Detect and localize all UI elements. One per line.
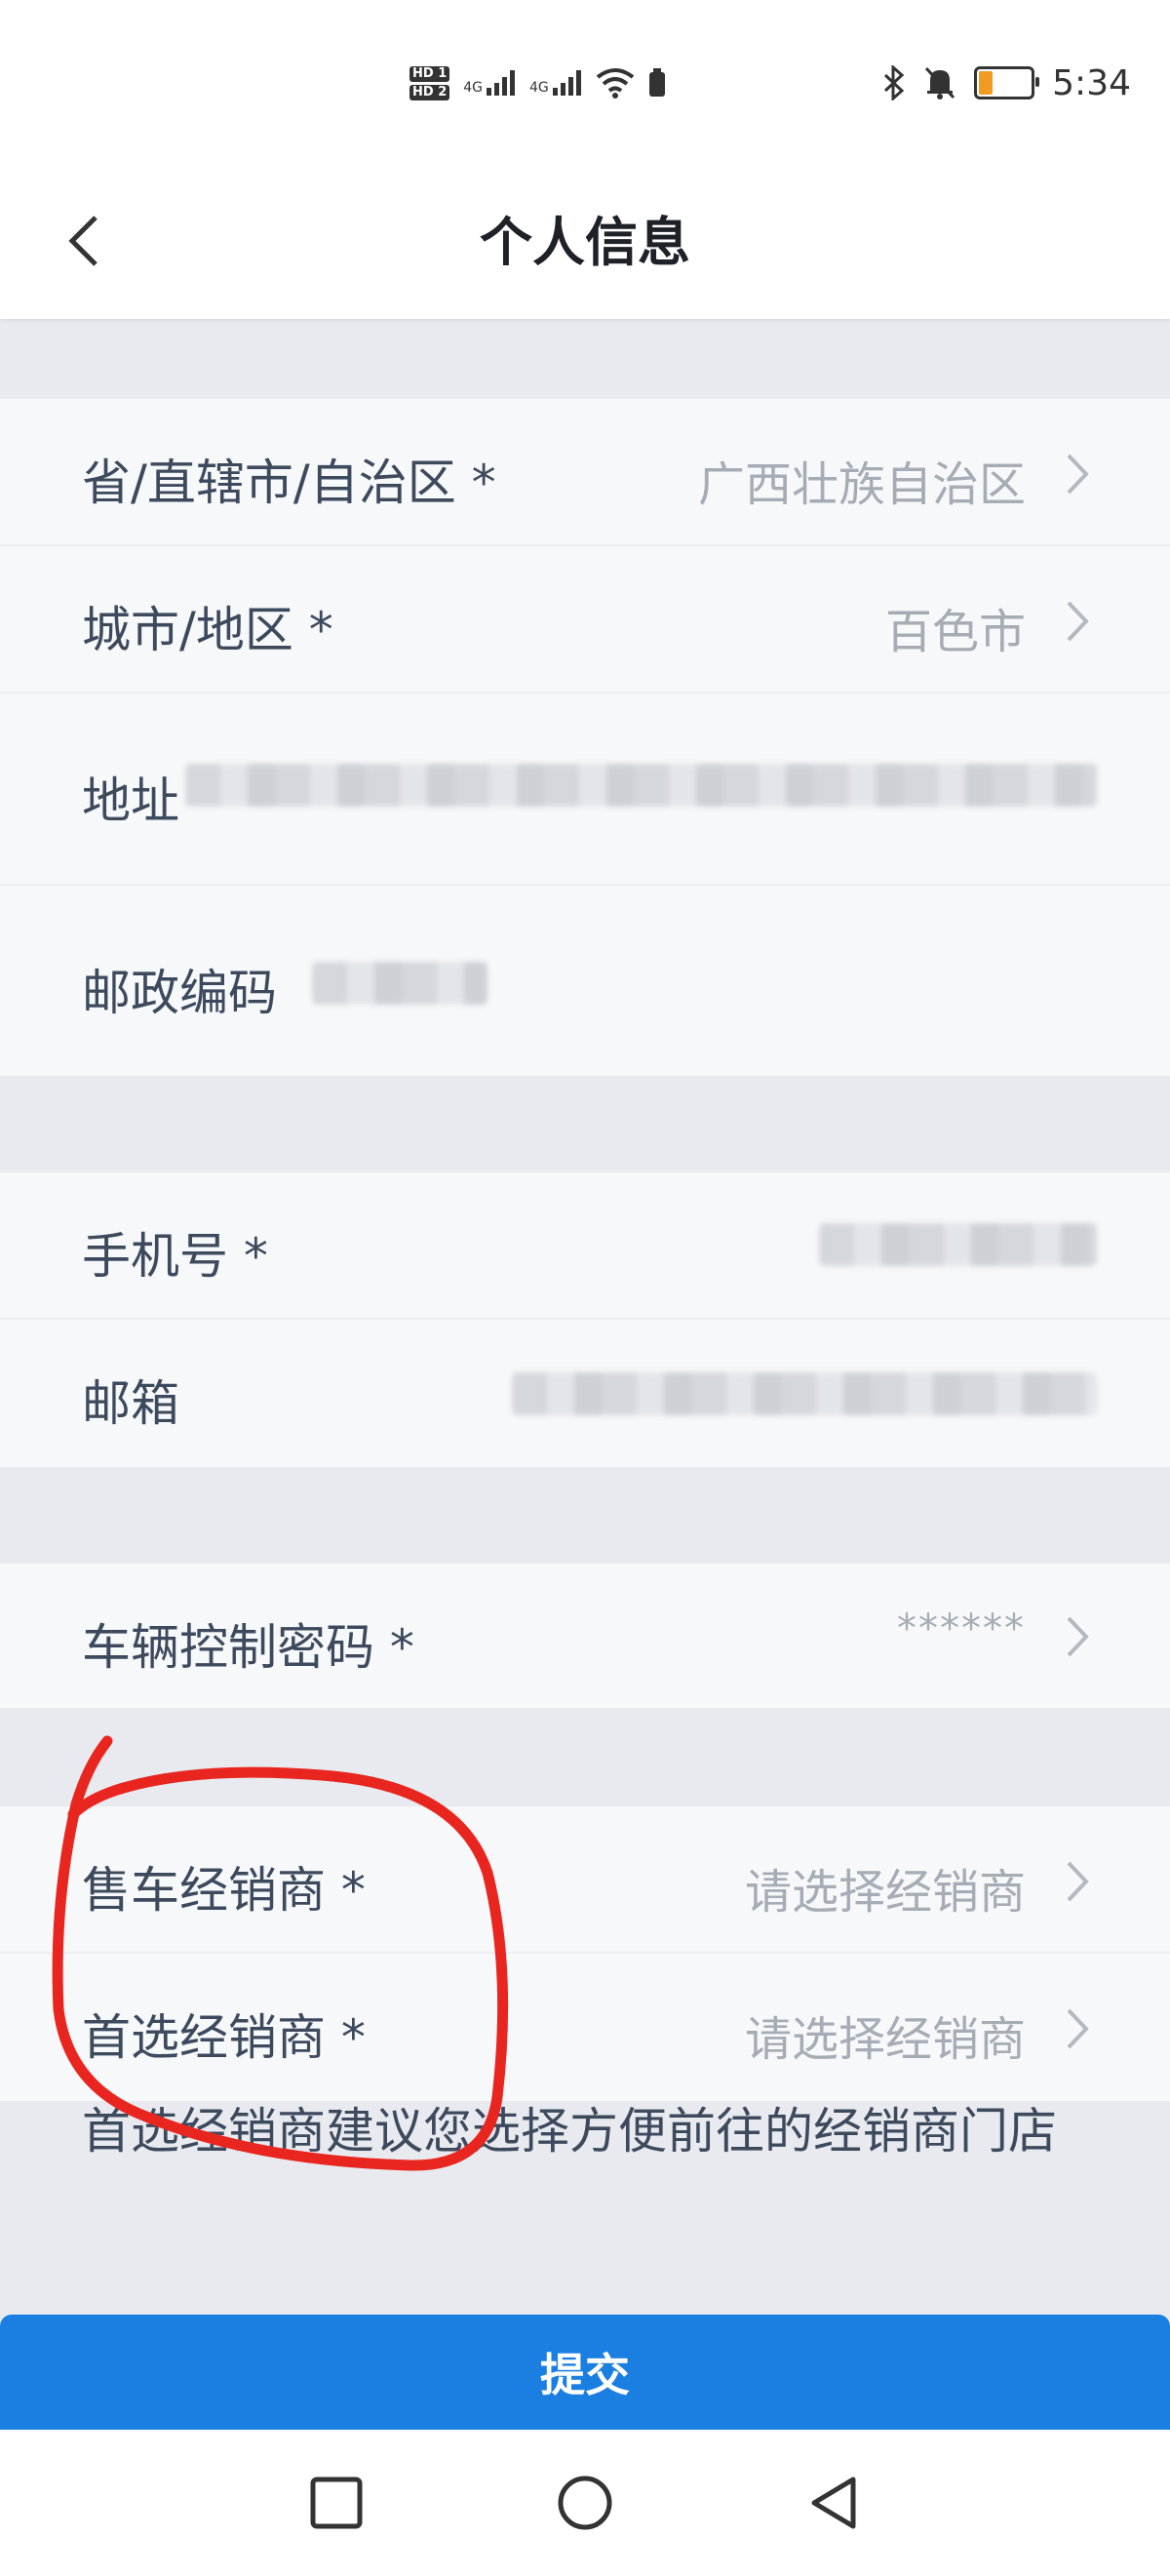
email-label: 邮箱 (82, 1375, 179, 1432)
dealer-hint-text: 首选经销商建议您选择方便前往的经销商门店 (82, 2103, 1057, 2160)
address-label: 地址 (82, 773, 179, 829)
recents-square-icon (310, 2477, 363, 2529)
phone-label: 手机号 * (82, 1228, 268, 1285)
postal-value-redacted (312, 962, 488, 1005)
sales-dealer-row[interactable]: 售车经销商 * 请选择经销商 (0, 1806, 1170, 1954)
battery-saver-icon (648, 68, 665, 97)
preferred-dealer-label: 首选经销商 * (82, 2009, 366, 2066)
signal-icon: 4G (463, 70, 516, 96)
recents-button[interactable] (263, 2430, 410, 2576)
sales-dealer-label: 售车经销商 * (82, 1862, 366, 1919)
hd-sim-icon: HD 1 HD 2 (410, 65, 450, 100)
city-row[interactable]: 城市/地区 * 百色市 (0, 546, 1170, 694)
city-value: 百色市 (884, 605, 1026, 659)
home-button[interactable] (512, 2430, 658, 2576)
chevron-right-icon (1067, 1616, 1089, 1657)
preferred-dealer-value: 请选择经销商 (744, 2012, 1026, 2067)
submit-button[interactable]: 提交 (0, 2315, 1170, 2430)
city-label: 城市/地区 * (82, 602, 333, 658)
status-bar: HD 1 HD 2 4G 4G 5:34 (0, 0, 1170, 166)
postal-label: 邮政编码 (82, 965, 277, 1021)
email-value-redacted (512, 1372, 1097, 1415)
chevron-right-icon (1067, 1861, 1089, 1902)
battery-icon (974, 66, 1040, 99)
bluetooth-icon (884, 65, 905, 100)
app-bar: 个人信息 (0, 166, 1170, 319)
vehicle-password-value: ****** (897, 1606, 1026, 1651)
province-row[interactable]: 省/直辖市/自治区 * 广西壮族自治区 (0, 399, 1170, 546)
chevron-right-icon (1067, 454, 1089, 495)
mute-bell-icon (925, 66, 956, 99)
page-title: 个人信息 (480, 212, 690, 273)
province-label: 省/直辖市/自治区 * (82, 455, 496, 511)
clock: 5:34 (1052, 62, 1131, 103)
home-circle-icon (558, 2476, 612, 2530)
signal-icon: 4G (529, 70, 582, 96)
vehicle-password-label: 车辆控制密码 * (82, 1619, 414, 1676)
back-triangle-icon (811, 2477, 856, 2529)
address-value-redacted (185, 764, 1097, 807)
postal-row[interactable]: 邮政编码 (0, 886, 1170, 1076)
address-row[interactable]: 地址 (0, 694, 1170, 886)
wifi-icon (596, 68, 635, 99)
preferred-dealer-row[interactable]: 首选经销商 * 请选择经销商 (0, 1954, 1170, 2101)
phone-row[interactable]: 手机号 * (0, 1172, 1170, 1320)
back-nav-button[interactable] (760, 2430, 907, 2576)
phone-value-redacted (819, 1223, 1097, 1266)
net1-label: 4G (463, 80, 484, 96)
sales-dealer-value: 请选择经销商 (744, 1865, 1026, 1920)
email-row[interactable]: 邮箱 (0, 1320, 1170, 1467)
vehicle-password-row[interactable]: 车辆控制密码 * ****** (0, 1564, 1170, 1708)
status-right-icons: 5:34 (882, 54, 1131, 112)
status-left-icons: HD 1 HD 2 4G 4G (410, 54, 666, 112)
sim2-label: HD 2 (410, 84, 450, 100)
system-nav-bar (0, 2430, 1170, 2576)
province-value: 广西壮族自治区 (697, 457, 1026, 512)
chevron-right-icon (1067, 2008, 1089, 2049)
sim1-label: HD 1 (410, 65, 450, 82)
chevron-right-icon (1067, 601, 1089, 642)
net2-label: 4G (529, 80, 549, 96)
